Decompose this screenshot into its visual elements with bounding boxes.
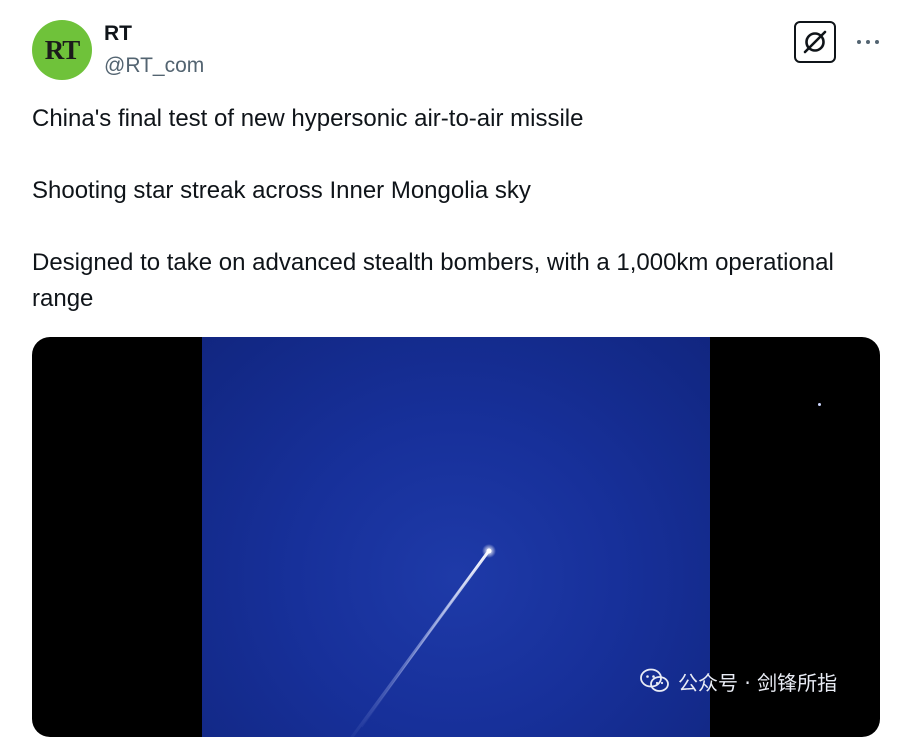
star-dot	[818, 403, 821, 406]
watermark-text: 公众号 · 剑锋所指	[678, 670, 838, 695]
avatar-logo-text: RT	[44, 34, 81, 65]
missile-streak-image	[350, 544, 496, 737]
grok-button[interactable]	[794, 21, 836, 63]
watermark: 公众号 · 剑锋所指	[640, 666, 837, 696]
author-display-name[interactable]: RT	[104, 22, 132, 46]
tweet-paragraph: Designed to take on advanced stealth bom…	[32, 249, 834, 312]
tweet-card: RT RT @RT_com China's final test of new …	[0, 0, 903, 737]
wechat-icon	[640, 668, 669, 692]
tweet-paragraph: Shooting star streak across Inner Mongol…	[32, 177, 531, 204]
video-frame	[202, 337, 821, 737]
tweet-text: China's final test of new hypersonic air…	[32, 101, 852, 353]
more-options-button[interactable]	[852, 30, 884, 54]
grok-icon	[803, 30, 827, 54]
author-avatar[interactable]: RT	[32, 20, 92, 80]
tweet-paragraph: China's final test of new hypersonic air…	[32, 105, 584, 132]
more-horizontal-icon	[857, 40, 879, 44]
author-handle[interactable]: @RT_com	[104, 54, 204, 78]
